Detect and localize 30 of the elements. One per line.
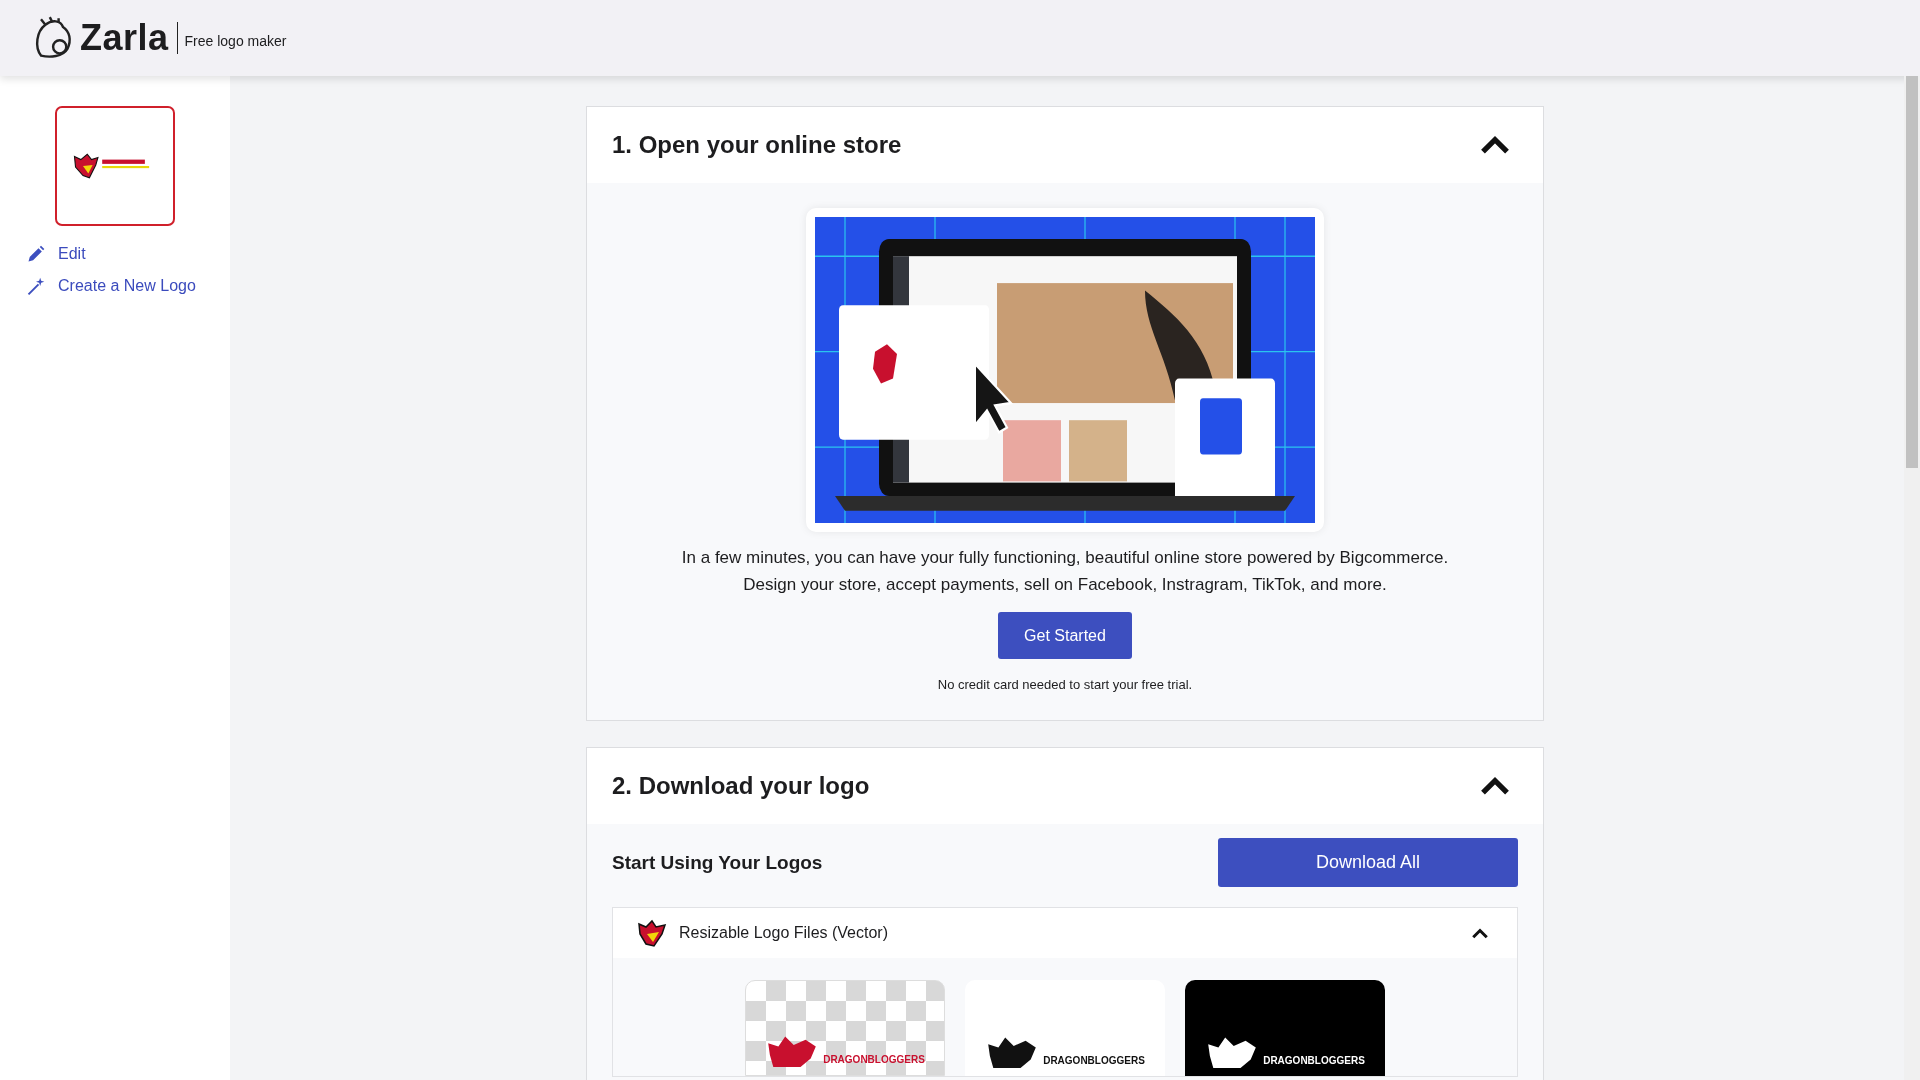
wordmark-text: DRAGONBLOGGERS xyxy=(823,1054,925,1067)
panel-header[interactable]: Resizable Logo Files (Vector) xyxy=(613,908,1517,958)
subheading: Start Using Your Logos xyxy=(612,851,823,874)
logo-tile[interactable]: DRAGONBLOGGERS xyxy=(745,980,945,1076)
wordmark-text: DRAGONBLOGGERS xyxy=(1043,1055,1145,1068)
sidebar-link[interactable]: Edit xyxy=(58,245,86,263)
section-title: 2. Download your logo xyxy=(612,772,870,800)
get-started-button[interactable]: Get Started xyxy=(998,612,1132,659)
note-text: No credit card needed to start your free trial. xyxy=(937,677,1193,692)
chevron-up-icon[interactable] xyxy=(1471,926,1489,940)
brand-name[interactable]: Zarla xyxy=(80,22,178,54)
section-title: 1. Open your online store xyxy=(612,131,902,159)
section-header[interactable]: 2. Download your logo xyxy=(587,748,1543,824)
scrollbar[interactable] xyxy=(1904,76,1920,1080)
section-header[interactable]: 1. Open your online store xyxy=(587,107,1543,183)
download-all-button[interactable]: Download All xyxy=(1218,838,1518,887)
chevron-up-icon[interactable] xyxy=(1479,134,1511,156)
panel-title: Resizable Logo Files (Vector) xyxy=(679,924,889,942)
description-text: Design your store, accept payments, sell on Facebook, Instragram, TikTok, and more. xyxy=(742,574,1388,596)
chevron-up-icon[interactable] xyxy=(1479,775,1511,797)
description-text: In a few minutes, you can have your fully functioning, beautiful online store powered by Bigcommerce. xyxy=(681,547,1449,569)
logo-thumbnail[interactable] xyxy=(55,106,175,226)
logo-tile[interactable]: DRAGONBLOGGERS xyxy=(965,980,1165,1076)
scrollbar-thumb[interactable] xyxy=(1906,76,1918,468)
logo-tile[interactable]: DRAGONBLOGGERS xyxy=(1185,980,1385,1076)
pencil-icon[interactable] xyxy=(26,244,46,264)
wordmark-text: DRAGONBLOGGERS xyxy=(1263,1055,1365,1068)
magic-wand-icon[interactable] xyxy=(26,276,46,296)
sidebar-link[interactable]: Create a New Logo xyxy=(58,277,196,295)
tagline: Free logo maker xyxy=(184,33,287,49)
